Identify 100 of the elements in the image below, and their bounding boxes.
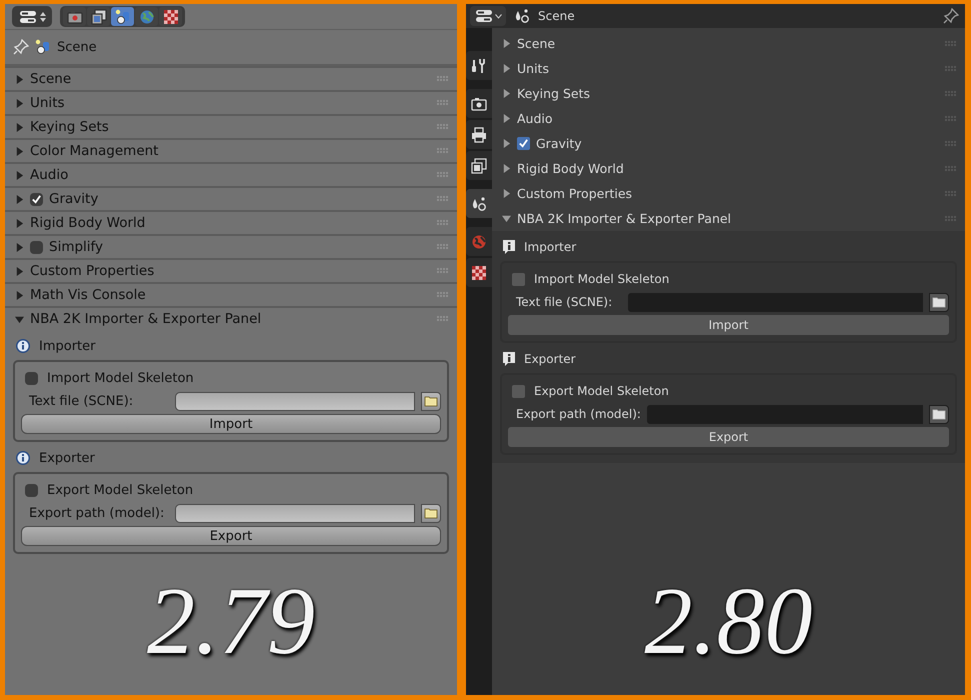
subpanel-title: Importer xyxy=(524,240,576,254)
drag-grip-icon xyxy=(945,90,957,96)
browse-button[interactable] xyxy=(421,504,441,522)
field-label: Text file (SCNE): xyxy=(516,295,614,309)
field-label: Export path (model): xyxy=(516,407,641,421)
disclosure-triangle-icon xyxy=(15,74,24,84)
panel-header[interactable]: Scene xyxy=(5,66,457,90)
path-field[interactable] xyxy=(175,504,415,522)
subpanel-title: Importer xyxy=(39,338,96,354)
panel-header[interactable]: Keying Sets xyxy=(5,114,457,138)
panel-header[interactable]: Rigid Body World xyxy=(5,210,457,234)
drag-grip-icon xyxy=(437,172,449,178)
folder-icon xyxy=(424,395,438,407)
path-field[interactable] xyxy=(646,404,923,424)
drag-grip-icon xyxy=(945,166,957,172)
context-tab[interactable] xyxy=(466,51,492,80)
panel-header[interactable]: Gravity xyxy=(5,186,457,210)
panel-header[interactable]: Color Management xyxy=(5,138,457,162)
breadcrumb: Scene xyxy=(538,9,575,23)
disclosure-triangle-icon xyxy=(502,214,511,223)
checkbox-label: Export Model Skeleton xyxy=(47,482,194,498)
drag-grip-icon xyxy=(437,268,449,274)
printer-icon xyxy=(471,126,487,142)
panel-header[interactable]: Math Vis Console xyxy=(5,282,457,306)
action-button[interactable]: Export xyxy=(508,427,949,447)
context-tab[interactable] xyxy=(466,151,492,180)
drag-grip-icon xyxy=(945,116,957,122)
panel-header[interactable]: Simplify xyxy=(5,234,457,258)
action-button[interactable]: Import xyxy=(508,315,949,335)
disclosure-triangle-icon xyxy=(502,89,511,98)
globe-icon xyxy=(471,234,487,250)
context-tab[interactable] xyxy=(87,7,110,26)
context-tab[interactable] xyxy=(111,7,134,26)
editor-type-button[interactable] xyxy=(12,6,52,27)
field-label: Text file (SCNE): xyxy=(29,394,134,408)
info-icon xyxy=(502,351,516,367)
checkbox[interactable] xyxy=(512,272,525,286)
browse-button[interactable] xyxy=(421,392,441,410)
drag-grip-icon xyxy=(945,66,957,72)
subpanel-title: Exporter xyxy=(39,450,95,466)
checkbox[interactable] xyxy=(512,384,525,398)
disclosure-triangle-icon xyxy=(502,189,511,198)
pin-icon xyxy=(943,8,959,24)
path-field[interactable] xyxy=(628,292,923,312)
checkbox[interactable] xyxy=(30,192,43,206)
disclosure-triangle-icon xyxy=(15,146,24,156)
disclosure-triangle-icon xyxy=(502,39,511,48)
path-field[interactable] xyxy=(175,392,415,410)
drag-grip-icon xyxy=(437,100,449,106)
folder-icon xyxy=(424,507,438,519)
checkbox[interactable] xyxy=(25,484,38,496)
version-number: 2.79 xyxy=(147,573,315,669)
drag-grip-icon xyxy=(945,140,957,146)
checkerboard-icon xyxy=(471,264,487,280)
checkbox[interactable] xyxy=(25,372,38,384)
checkmark-icon xyxy=(518,138,529,149)
checkbox-label: Import Model Skeleton xyxy=(47,370,194,386)
drag-grip-icon xyxy=(437,124,449,130)
action-button[interactable]: Export xyxy=(21,526,441,546)
checkmark-icon xyxy=(31,194,42,204)
tool-icon xyxy=(471,58,487,74)
drag-grip-icon xyxy=(437,244,449,250)
context-tab[interactable] xyxy=(159,7,182,26)
subpanel-title: Exporter xyxy=(524,352,576,366)
drag-grip-icon xyxy=(437,148,449,154)
globe-icon xyxy=(138,8,154,24)
info-icon xyxy=(502,239,516,255)
camera-icon xyxy=(471,96,487,112)
panel-header[interactable]: NBA 2K Importer & Exporter Panel xyxy=(5,306,457,330)
editor-type-button[interactable] xyxy=(470,6,506,26)
context-tab[interactable] xyxy=(466,189,492,218)
context-tab[interactable] xyxy=(466,89,492,118)
checkbox-label: Export Model Skeleton xyxy=(534,384,669,398)
checkbox-label: Import Model Skeleton xyxy=(534,272,670,286)
action-button[interactable]: Import xyxy=(21,414,441,434)
drag-grip-icon xyxy=(945,190,957,196)
context-tab[interactable] xyxy=(466,258,492,287)
checkbox[interactable] xyxy=(30,240,43,254)
editor-type-icon xyxy=(474,9,492,23)
disclosure-triangle-icon xyxy=(15,290,24,300)
disclosure-triangle-icon xyxy=(15,194,24,204)
scene-icon xyxy=(514,8,530,24)
checkbox[interactable] xyxy=(517,137,530,150)
disclosure-triangle-icon xyxy=(15,266,24,276)
context-tab[interactable] xyxy=(63,7,86,26)
browse-button[interactable] xyxy=(929,404,949,424)
editor-type-icon xyxy=(18,10,36,24)
disclosure-triangle-icon xyxy=(15,218,24,228)
disclosure-triangle-icon xyxy=(15,314,24,324)
pin-icon xyxy=(13,39,29,55)
context-tab[interactable] xyxy=(466,120,492,149)
version-number: 2.80 xyxy=(644,573,812,669)
panel-header[interactable]: Audio xyxy=(5,162,457,186)
browse-button[interactable] xyxy=(929,292,949,312)
drag-grip-icon xyxy=(437,220,449,226)
panel-header[interactable]: Units xyxy=(5,90,457,114)
disclosure-triangle-icon xyxy=(15,122,24,132)
disclosure-triangle-icon xyxy=(502,114,511,123)
panel-header[interactable]: Custom Properties xyxy=(5,258,457,282)
info-icon xyxy=(15,338,31,354)
